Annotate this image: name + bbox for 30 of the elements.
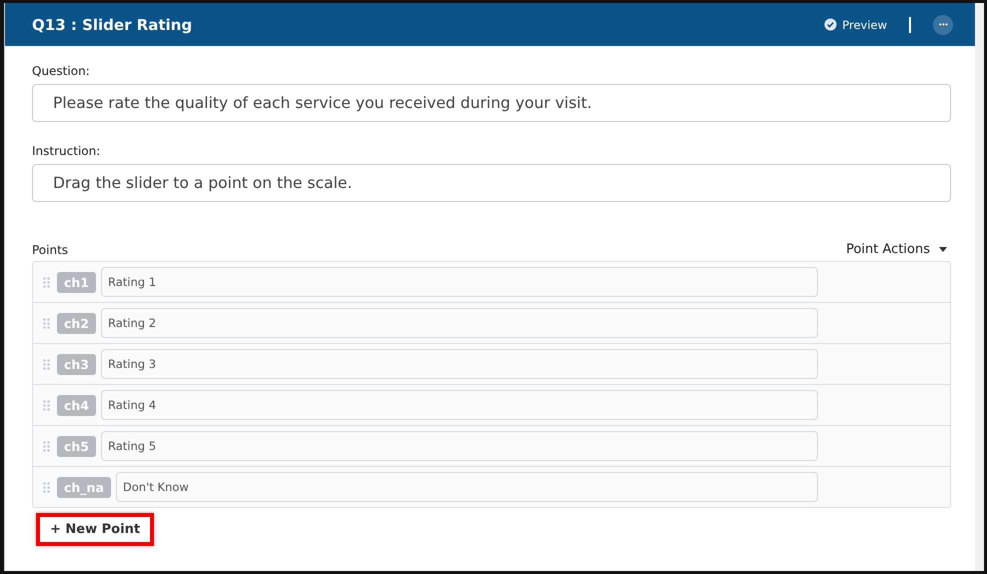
- drag-handle-icon[interactable]: [43, 400, 50, 410]
- point-actions-dropdown[interactable]: Point Actions: [846, 242, 951, 257]
- instruction-field[interactable]: Drag the slider to a point on the scale.: [32, 164, 951, 202]
- question-title: Q13 : Slider Rating: [32, 16, 192, 34]
- point-code-tag: ch4: [57, 394, 96, 416]
- new-point-button[interactable]: + New Point: [36, 513, 154, 546]
- scrollbar-track[interactable]: [975, 3, 984, 571]
- point-code-tag: ch3: [57, 354, 96, 374]
- point-label-field[interactable]: Rating 5: [101, 431, 818, 461]
- drag-handle-icon[interactable]: [43, 358, 50, 370]
- drag-handle-icon[interactable]: [43, 482, 50, 492]
- point-code-tag: ch1: [57, 272, 96, 292]
- caret-icon: [939, 247, 947, 252]
- point-code-tag: ch_na: [57, 476, 111, 498]
- check-circle-icon: [824, 18, 838, 31]
- preview-button[interactable]: Preview: [824, 18, 887, 32]
- point-label-field[interactable]: Rating 2: [101, 308, 818, 338]
- point-label-field[interactable]: Rating 3: [101, 349, 818, 379]
- question-field[interactable]: Please rate the quality of each service you received during your visit.: [32, 84, 951, 122]
- point-label-field[interactable]: Rating 1: [101, 267, 818, 297]
- point-code-tag: ch2: [57, 312, 96, 334]
- question-label: Question:: [32, 64, 91, 78]
- drag-handle-icon[interactable]: [43, 276, 50, 288]
- instruction-label: Instruction:: [32, 144, 102, 158]
- points-label: Points: [32, 243, 68, 257]
- drag-handle-icon[interactable]: [43, 318, 50, 328]
- point-code-tag: ch5: [57, 436, 96, 456]
- drag-handle-icon[interactable]: [43, 440, 50, 452]
- point-label-field[interactable]: Rating 4: [101, 390, 818, 420]
- point-label-field[interactable]: Don't Know: [116, 472, 818, 502]
